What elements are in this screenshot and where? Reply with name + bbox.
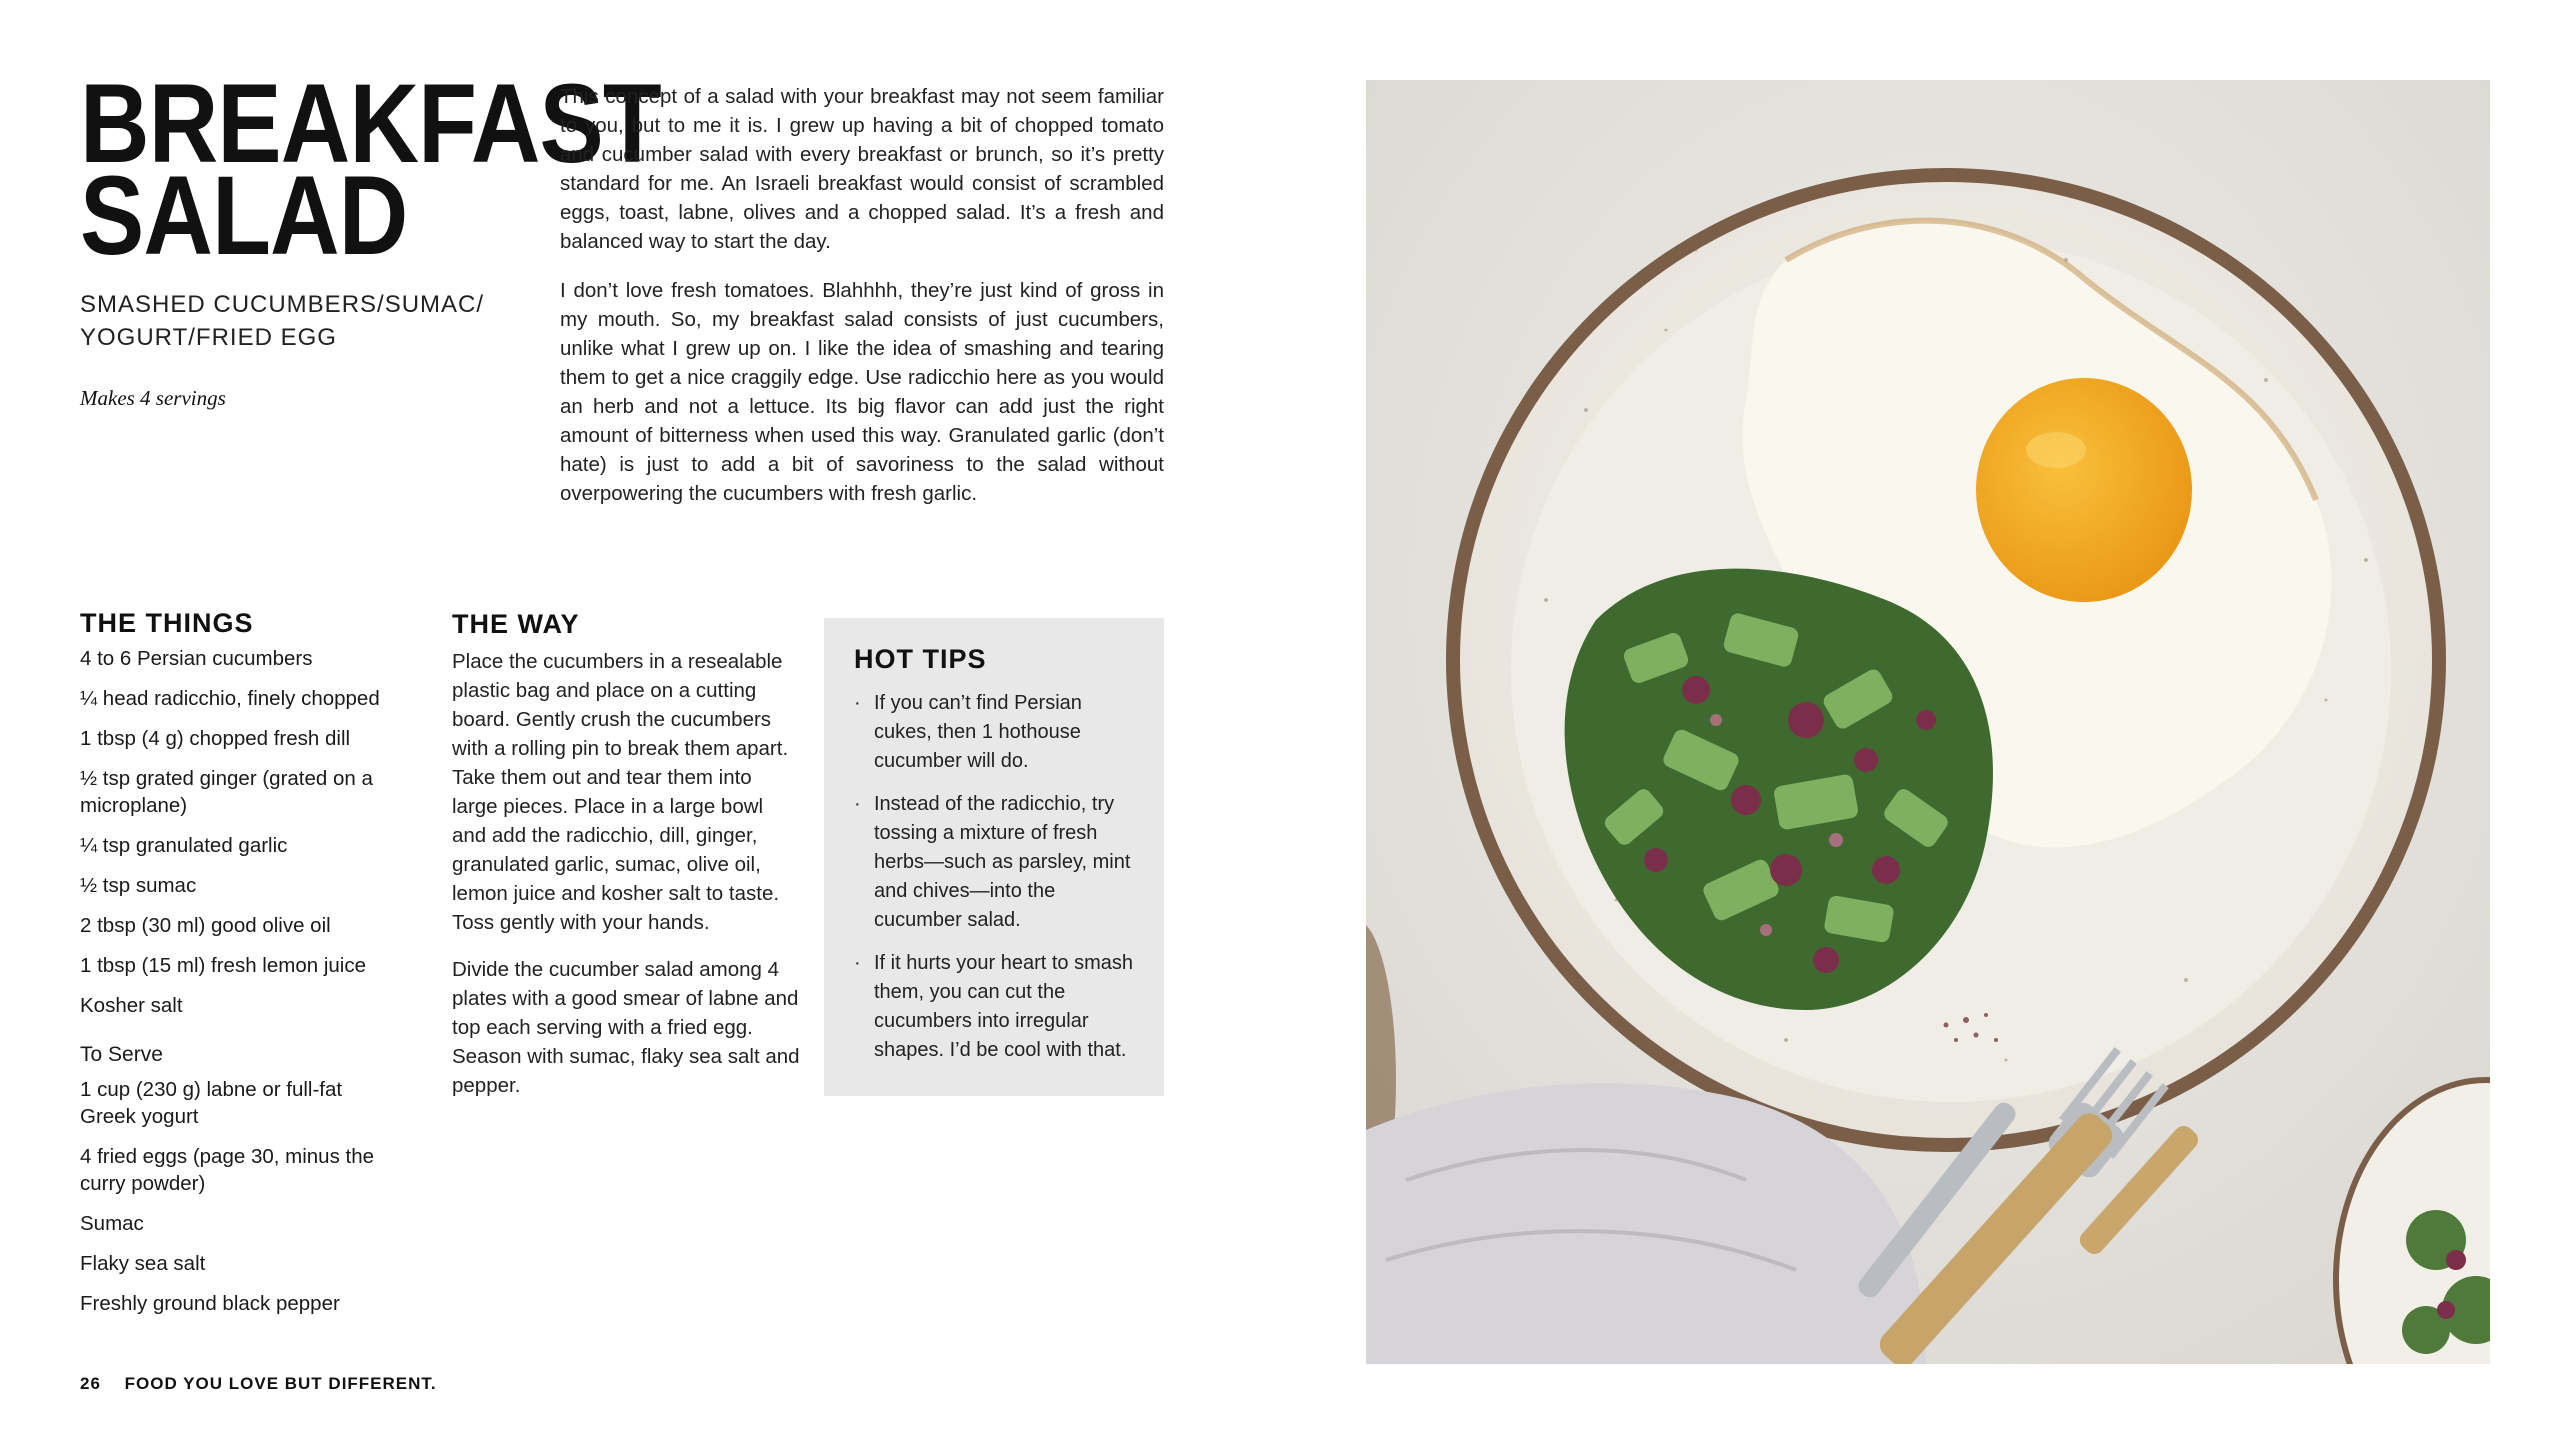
ingredients-section: THE THINGS 4 to 6 Persian cucumbers ¼ he… <box>80 610 400 1330</box>
page-number: 26 <box>80 1374 101 1393</box>
tip-item: · Instead of the radicchio, try tossing … <box>854 790 1136 935</box>
tip-text: If you can’t find Persian cukes, then 1 … <box>874 692 1082 772</box>
recipe-title-line-2: SALAD <box>80 153 408 278</box>
serve-item: 4 fried eggs (page 30, minus the curry p… <box>80 1145 375 1195</box>
food-photo <box>1366 80 2490 1364</box>
method-section: THE WAY Place the cucumbers in a reseala… <box>452 610 800 1118</box>
ingredients-heading: THE THINGS <box>80 608 254 638</box>
recipe-subtitle-line-1: SMASHED CUCUMBERS/SUMAC/ <box>80 291 485 318</box>
serve-item: Sumac <box>80 1212 144 1235</box>
serve-item: Flaky sea salt <box>80 1252 206 1275</box>
tip-text: If it hurts your heart to smash them, yo… <box>874 952 1133 1061</box>
method-heading: THE WAY <box>452 609 580 639</box>
ingredient-item: ¼ tsp granulated garlic <box>80 834 288 857</box>
ingredient-item: ¼ head radicchio, finely chopped <box>80 687 380 710</box>
ingredient-item: ½ tsp sumac <box>80 874 197 897</box>
hot-tips-box: HOT TIPS · If you can’t find Persian cuk… <box>824 618 1164 1096</box>
recipe-yield: Makes 4 servings <box>80 386 226 410</box>
method-step: Place the cucumbers in a resealable plas… <box>452 650 789 934</box>
intro-paragraph: This concept of a salad with your breakf… <box>560 85 1164 253</box>
recipe-subtitle: SMASHED CUCUMBERS/SUMAC/ YOGURT/FRIED EG… <box>80 288 520 354</box>
hot-tips-heading: HOT TIPS <box>854 644 987 674</box>
egg-yolk <box>1976 378 2192 602</box>
method-step: Divide the cucumber salad among 4 plates… <box>452 958 800 1097</box>
serve-item: 1 cup (230 g) labne or full-fat Greek yo… <box>80 1078 343 1128</box>
serve-item: Freshly ground black pepper <box>80 1292 340 1315</box>
bullet-icon: · <box>854 952 861 974</box>
breakfast-salad-illustration <box>1366 80 2490 1364</box>
bullet-icon: · <box>854 793 861 815</box>
tip-text: Instead of the radicchio, try tossing a … <box>874 793 1131 931</box>
ingredient-item: Kosher salt <box>80 994 183 1017</box>
ingredient-item: ½ tsp grated ginger (grated on a micropl… <box>80 767 373 817</box>
ingredient-item: 1 tbsp (15 ml) fresh lemon juice <box>80 954 366 977</box>
ingredient-item: 4 to 6 Persian cucumbers <box>80 647 313 670</box>
intro-paragraph: I don’t love fresh tomatoes. Blahhhh, th… <box>560 279 1164 505</box>
intro-text: This concept of a salad with your breakf… <box>560 82 1164 528</box>
book-title: FOOD YOU LOVE BUT DIFFERENT. <box>124 1374 437 1393</box>
yolk-highlight <box>2026 432 2086 468</box>
ingredient-item: 1 tbsp (4 g) chopped fresh dill <box>80 727 351 750</box>
tip-item: · If you can’t find Persian cukes, then … <box>854 689 1136 776</box>
page-footer: 26 FOOD YOU LOVE BUT DIFFERENT. <box>80 1374 437 1394</box>
bullet-icon: · <box>854 692 861 714</box>
to-serve-heading: To Serve <box>80 1043 163 1066</box>
tip-item: · If it hurts your heart to smash them, … <box>854 949 1136 1065</box>
recipe-subtitle-line-2: YOGURT/FRIED EGG <box>80 324 337 351</box>
ingredient-item: 2 tbsp (30 ml) good olive oil <box>80 914 331 937</box>
